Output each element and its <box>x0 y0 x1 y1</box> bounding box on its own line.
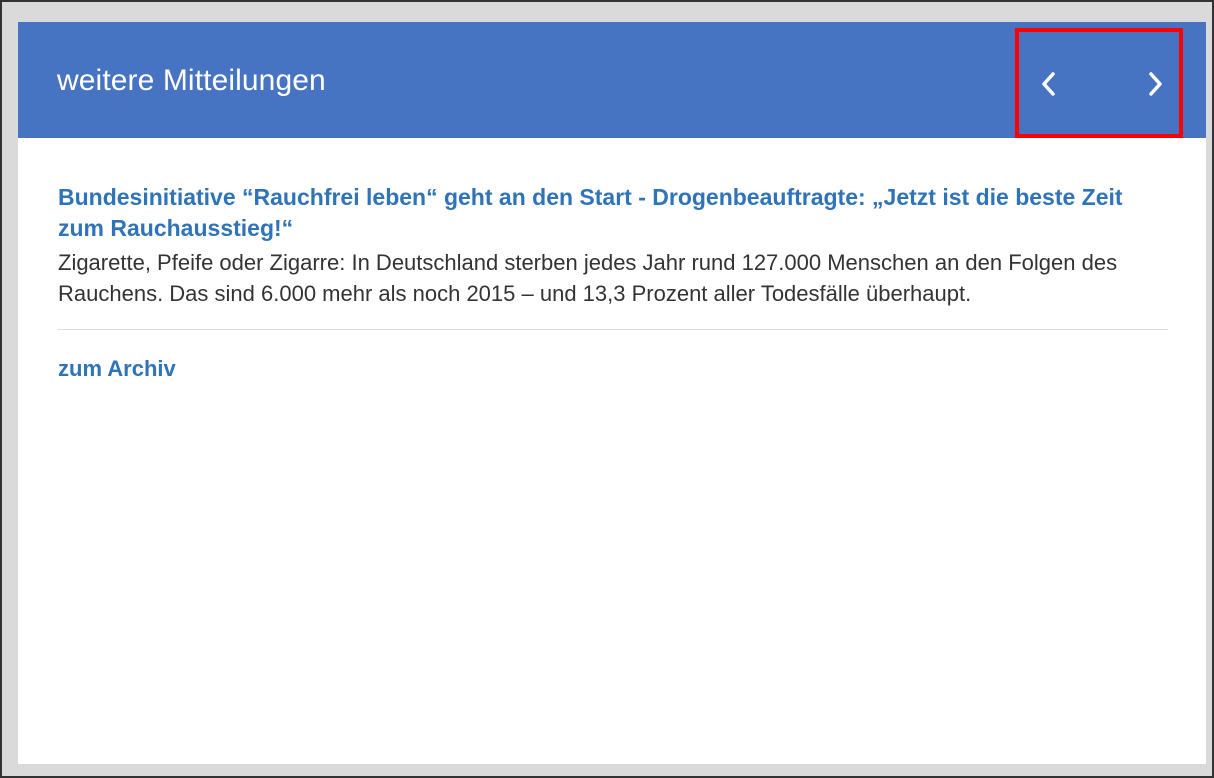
news-content: Bundesinitiative “Rauchfrei leben“ geht … <box>58 182 1168 384</box>
archive-link[interactable]: zum Archiv <box>58 354 176 384</box>
divider <box>58 329 1168 330</box>
chevron-left-icon <box>1042 72 1055 96</box>
news-title-link[interactable]: Bundesinitiative “Rauchfrei leben“ geht … <box>58 182 1168 244</box>
panel-header: weitere Mitteilungen <box>18 22 1206 138</box>
next-button[interactable] <box>1135 62 1175 106</box>
chevron-right-icon <box>1149 72 1162 96</box>
news-panel: weitere Mitteilungen Bundesinitiative “R… <box>18 22 1206 764</box>
previous-button[interactable] <box>1029 62 1069 106</box>
screenshot-frame: weitere Mitteilungen Bundesinitiative “R… <box>0 0 1214 778</box>
news-teaser: Zigarette, Pfeife oder Zigarre: In Deuts… <box>58 250 1118 306</box>
carousel-nav-highlight <box>1015 28 1183 138</box>
panel-title: weitere Mitteilungen <box>57 64 326 97</box>
